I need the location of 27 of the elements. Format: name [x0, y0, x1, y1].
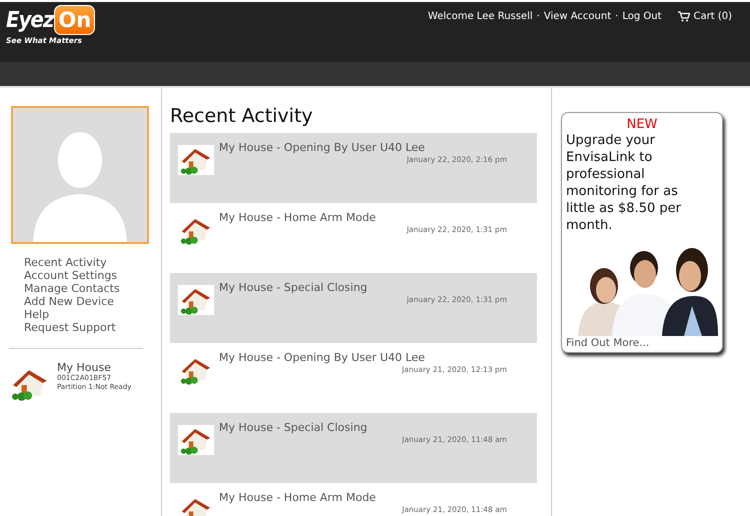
- event-title: My House - Special Closing: [219, 421, 368, 434]
- promo-card[interactable]: NEW Upgrade your EnvisaLink to professional monitoring for as little as $8.50 per month. Find Out More...: [561, 112, 723, 353]
- section-title: Recent Activity: [170, 105, 314, 127]
- event-title: My House - Opening By User U40 Lee: [219, 141, 426, 154]
- welcome-text: Welcome Lee Russell: [428, 10, 533, 22]
- header-link[interactable]: View Account: [544, 10, 612, 22]
- find-out-more-link[interactable]: Find Out More...: [566, 337, 718, 349]
- event-title: My House - Home Arm Mode: [219, 491, 377, 504]
- sidebar-link[interactable]: Add New Device: [24, 295, 161, 308]
- cart-icon[interactable]: [678, 10, 690, 22]
- separator-dot: ·: [615, 10, 618, 22]
- sidebar-link[interactable]: Recent Activity: [24, 256, 161, 269]
- device-name[interactable]: My House: [57, 361, 132, 374]
- logo-badge: On: [54, 5, 96, 35]
- logo-text: Eyez: [6, 8, 54, 32]
- new-label: NEW: [626, 117, 658, 132]
- sidebar-link[interactable]: Account Settings: [24, 269, 161, 282]
- cart-link[interactable]: Cart (0): [694, 10, 732, 22]
- header-link[interactable]: Log Out: [622, 10, 662, 22]
- sidebar-link[interactable]: Help: [24, 308, 161, 321]
- sidebar-link[interactable]: Request Support: [24, 321, 161, 334]
- separator-dot: ·: [536, 10, 540, 22]
- promo-text: Upgrade your EnvisaLink to professional monitoring for as little as $8.50 per month.: [566, 132, 682, 234]
- event-title: My House - Home Arm Mode: [219, 211, 377, 224]
- sidebar-link[interactable]: Manage Contacts: [24, 282, 161, 295]
- event-title: My House - Special Closing: [219, 281, 368, 294]
- event-title: My House - Opening By User U40 Lee: [219, 351, 426, 364]
